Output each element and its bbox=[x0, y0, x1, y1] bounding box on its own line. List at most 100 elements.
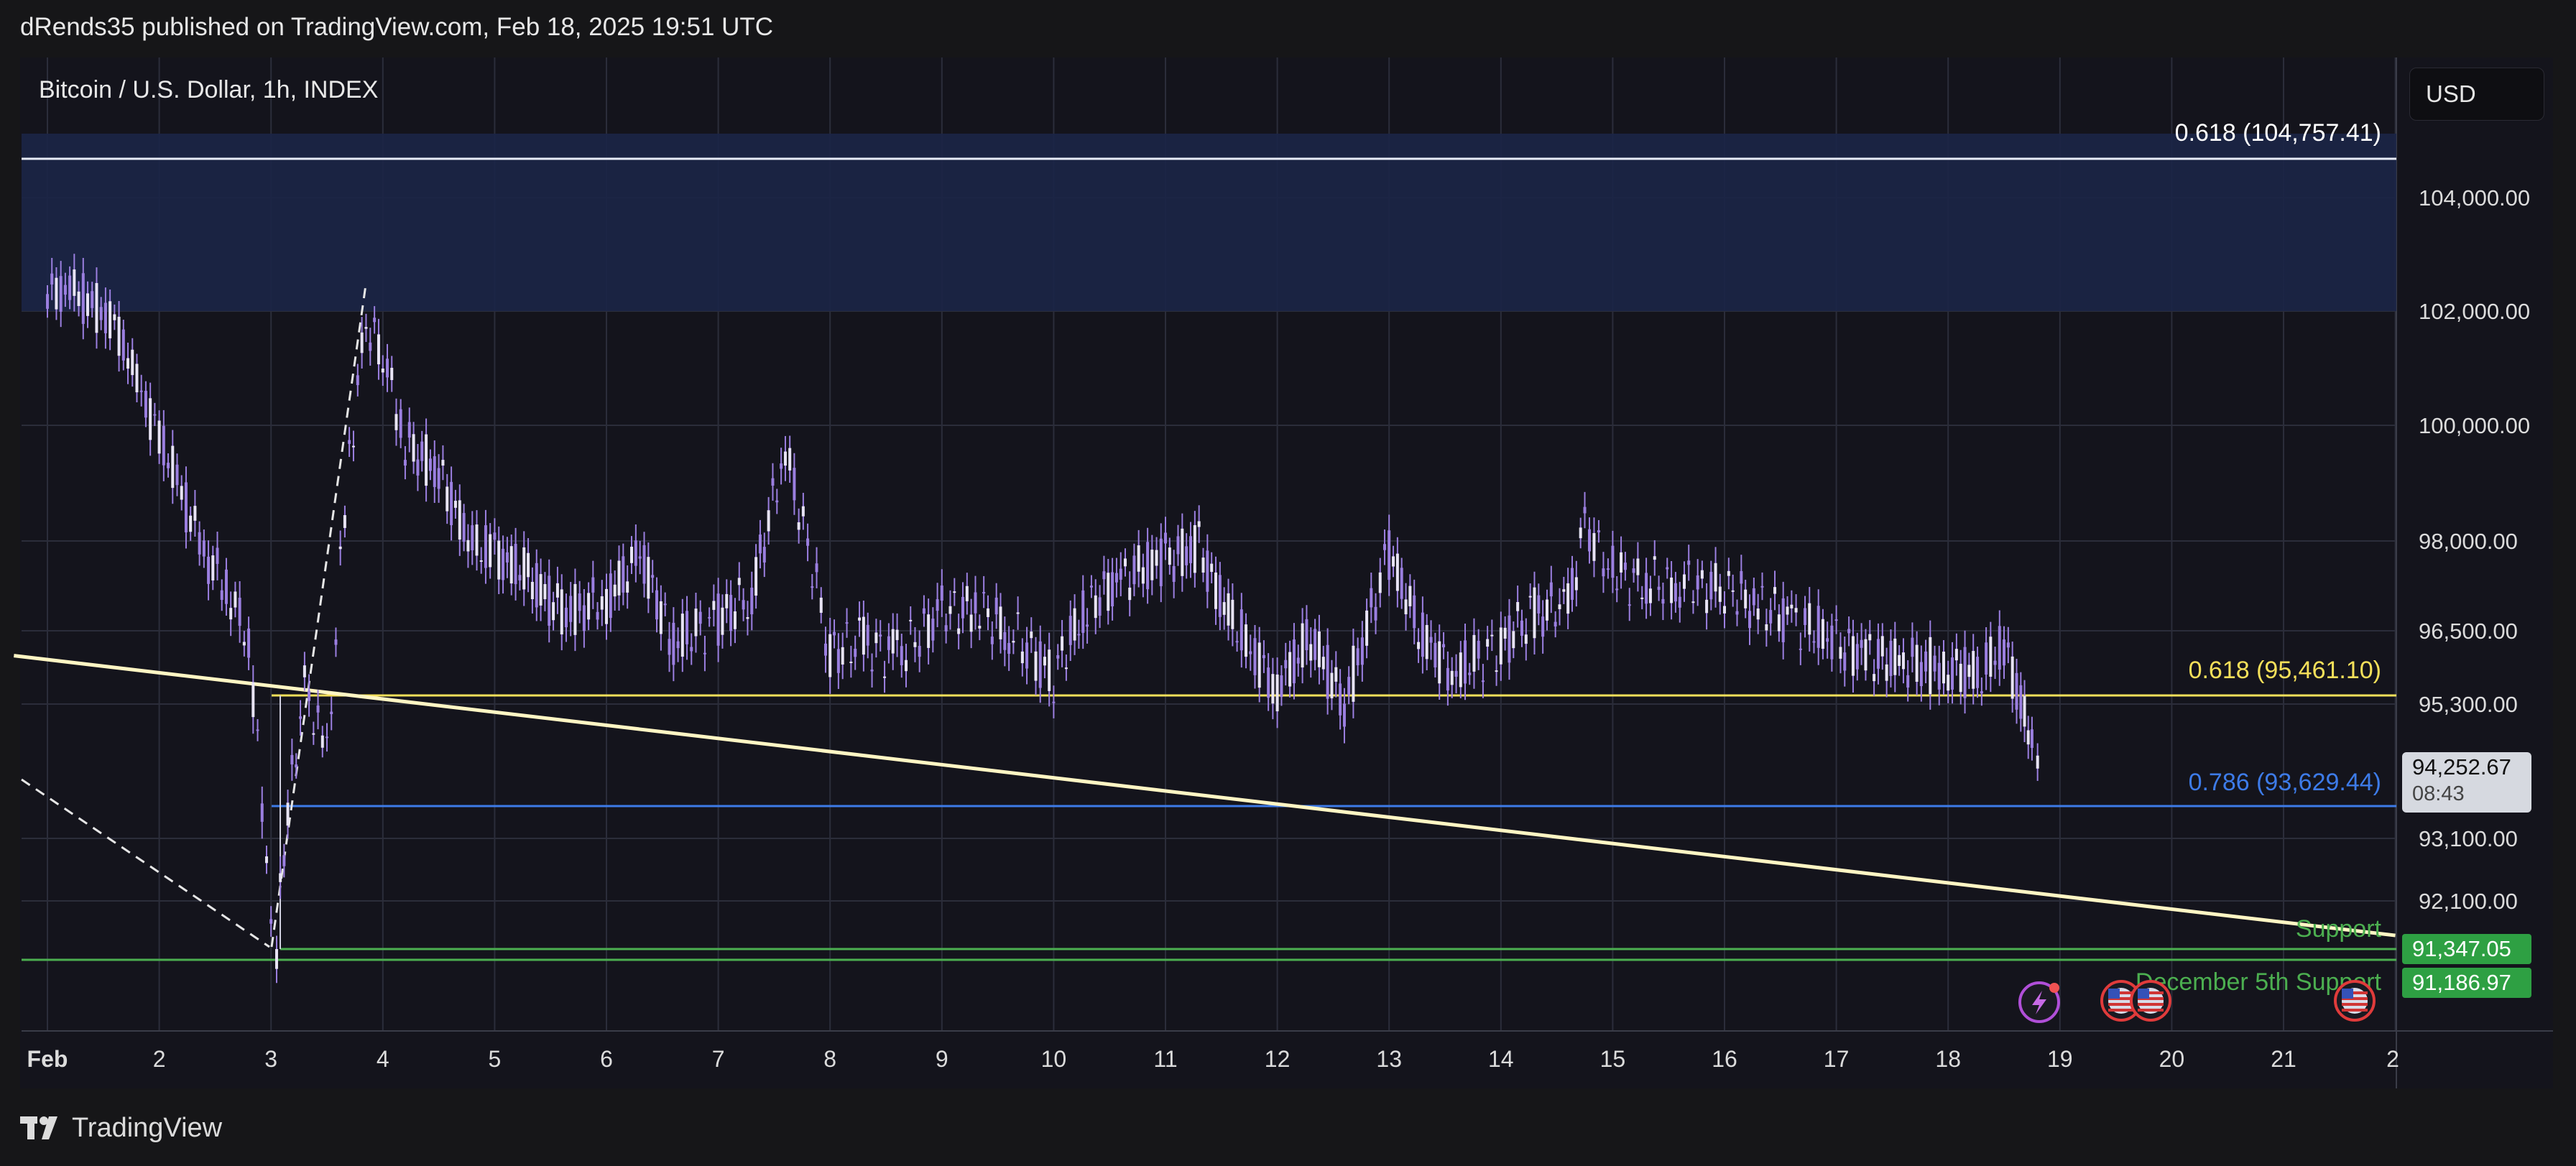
candle-body bbox=[913, 642, 917, 647]
resistance-zone bbox=[22, 134, 2396, 311]
candle-body bbox=[841, 647, 844, 665]
candle-body bbox=[1880, 636, 1884, 657]
candle-body bbox=[86, 293, 90, 316]
candle-body bbox=[918, 646, 921, 657]
candle-body bbox=[1292, 639, 1296, 684]
candle-body bbox=[1189, 536, 1193, 563]
candle-body bbox=[999, 606, 1002, 639]
candle-body bbox=[986, 608, 989, 617]
candle-body bbox=[1374, 606, 1377, 621]
candle-body bbox=[1464, 640, 1467, 684]
candle-body bbox=[1107, 573, 1110, 611]
candle-body bbox=[153, 414, 157, 416]
candle-body bbox=[866, 624, 869, 646]
candle-body bbox=[659, 601, 663, 634]
descending-trendline[interactable] bbox=[14, 654, 2396, 938]
candle-body bbox=[1816, 606, 1820, 648]
candle-body bbox=[386, 358, 389, 378]
candle-body bbox=[1128, 587, 1132, 601]
candle-body bbox=[716, 593, 720, 646]
candle-body bbox=[407, 422, 411, 438]
candle-body bbox=[849, 661, 853, 663]
candle-body bbox=[1740, 570, 1743, 584]
currency-button[interactable]: USD bbox=[2409, 68, 2544, 121]
candle-body bbox=[1197, 521, 1201, 527]
candle-body bbox=[202, 540, 206, 557]
candle-body bbox=[1495, 670, 1498, 672]
current-price: 94,252.67 bbox=[2412, 754, 2511, 779]
candle-body bbox=[530, 581, 534, 599]
candle-body bbox=[1214, 572, 1218, 609]
candle-body bbox=[1034, 651, 1038, 681]
candle-body bbox=[2026, 730, 2030, 745]
candle-body bbox=[1404, 599, 1408, 615]
candle-body bbox=[1231, 599, 1234, 629]
candle-body bbox=[1851, 636, 1855, 676]
candle-body bbox=[690, 647, 693, 652]
candle-body bbox=[1206, 550, 1209, 592]
y-tick-label: 100,000.00 bbox=[2419, 413, 2530, 438]
candle-body bbox=[453, 501, 457, 508]
candle-body bbox=[224, 569, 228, 604]
candle-body bbox=[527, 552, 530, 578]
candle-body bbox=[2023, 695, 2026, 727]
lightning-event-icon[interactable] bbox=[2018, 981, 2060, 1023]
x-tick-label: 10 bbox=[1041, 1046, 1067, 1072]
x-tick-label: 17 bbox=[1824, 1046, 1850, 1072]
candle-body bbox=[121, 329, 125, 361]
candle-body bbox=[1929, 637, 1932, 695]
candle-body bbox=[828, 634, 832, 677]
candle-body bbox=[1094, 595, 1097, 619]
candle-body bbox=[775, 500, 779, 503]
candle-body bbox=[1181, 528, 1184, 576]
candle-body bbox=[373, 318, 377, 323]
candle-body bbox=[940, 585, 943, 601]
candle-body bbox=[1963, 647, 1967, 698]
candle-body bbox=[1271, 674, 1275, 704]
candle-body bbox=[428, 458, 432, 471]
candle-body bbox=[1330, 672, 1334, 698]
candle-body bbox=[708, 616, 711, 619]
support-price-tag: 91,347.05 bbox=[2402, 934, 2531, 964]
candle-body bbox=[1477, 640, 1480, 659]
candle-body bbox=[1481, 680, 1485, 683]
us-event-flag-icon[interactable] bbox=[2334, 980, 2376, 1022]
candle-body bbox=[1868, 634, 1872, 641]
candle-body bbox=[103, 302, 107, 333]
candle-body bbox=[2019, 685, 2023, 719]
candle-body bbox=[1438, 641, 1441, 684]
candle-body bbox=[1172, 566, 1176, 582]
candle-body bbox=[420, 441, 424, 461]
candle-body bbox=[1777, 614, 1781, 631]
fib-low-label: 0.786 (93,629.44) bbox=[2189, 769, 2381, 796]
candle-body bbox=[582, 605, 586, 631]
candle-body bbox=[1855, 644, 1859, 670]
tradingview-logo[interactable]: TradingView bbox=[20, 1110, 222, 1146]
candle-body bbox=[1512, 631, 1515, 649]
candle-body bbox=[811, 586, 814, 588]
candle-body bbox=[360, 332, 364, 353]
candle-body bbox=[1267, 667, 1270, 698]
dec-support-price-tag: 91,186.97 bbox=[2402, 968, 2531, 998]
price-chart[interactable]: 104,000.00 102,000.00 100,000.00 98,000.00 9… bbox=[0, 0, 2576, 1166]
candle-body bbox=[1678, 596, 1681, 608]
candle-body bbox=[312, 733, 315, 735]
candle-body bbox=[1400, 568, 1403, 599]
candle-body bbox=[613, 584, 617, 597]
candle-body bbox=[676, 641, 680, 649]
candle-body bbox=[609, 573, 612, 619]
candle-body bbox=[1262, 654, 1265, 659]
candle-body bbox=[1628, 604, 1631, 606]
candle-body bbox=[1528, 596, 1532, 598]
candle-body bbox=[68, 275, 72, 300]
candle-body bbox=[514, 543, 517, 585]
candle-body bbox=[1976, 657, 1980, 688]
candle-body bbox=[1998, 626, 2001, 670]
candle-body bbox=[651, 575, 655, 578]
candle-body bbox=[1752, 588, 1755, 606]
candle-body bbox=[1102, 571, 1106, 580]
us-event-flag-icon[interactable] bbox=[2130, 980, 2171, 1022]
candle-body bbox=[1061, 636, 1064, 651]
candle-body bbox=[1150, 550, 1154, 580]
candle-body bbox=[1442, 644, 1446, 648]
